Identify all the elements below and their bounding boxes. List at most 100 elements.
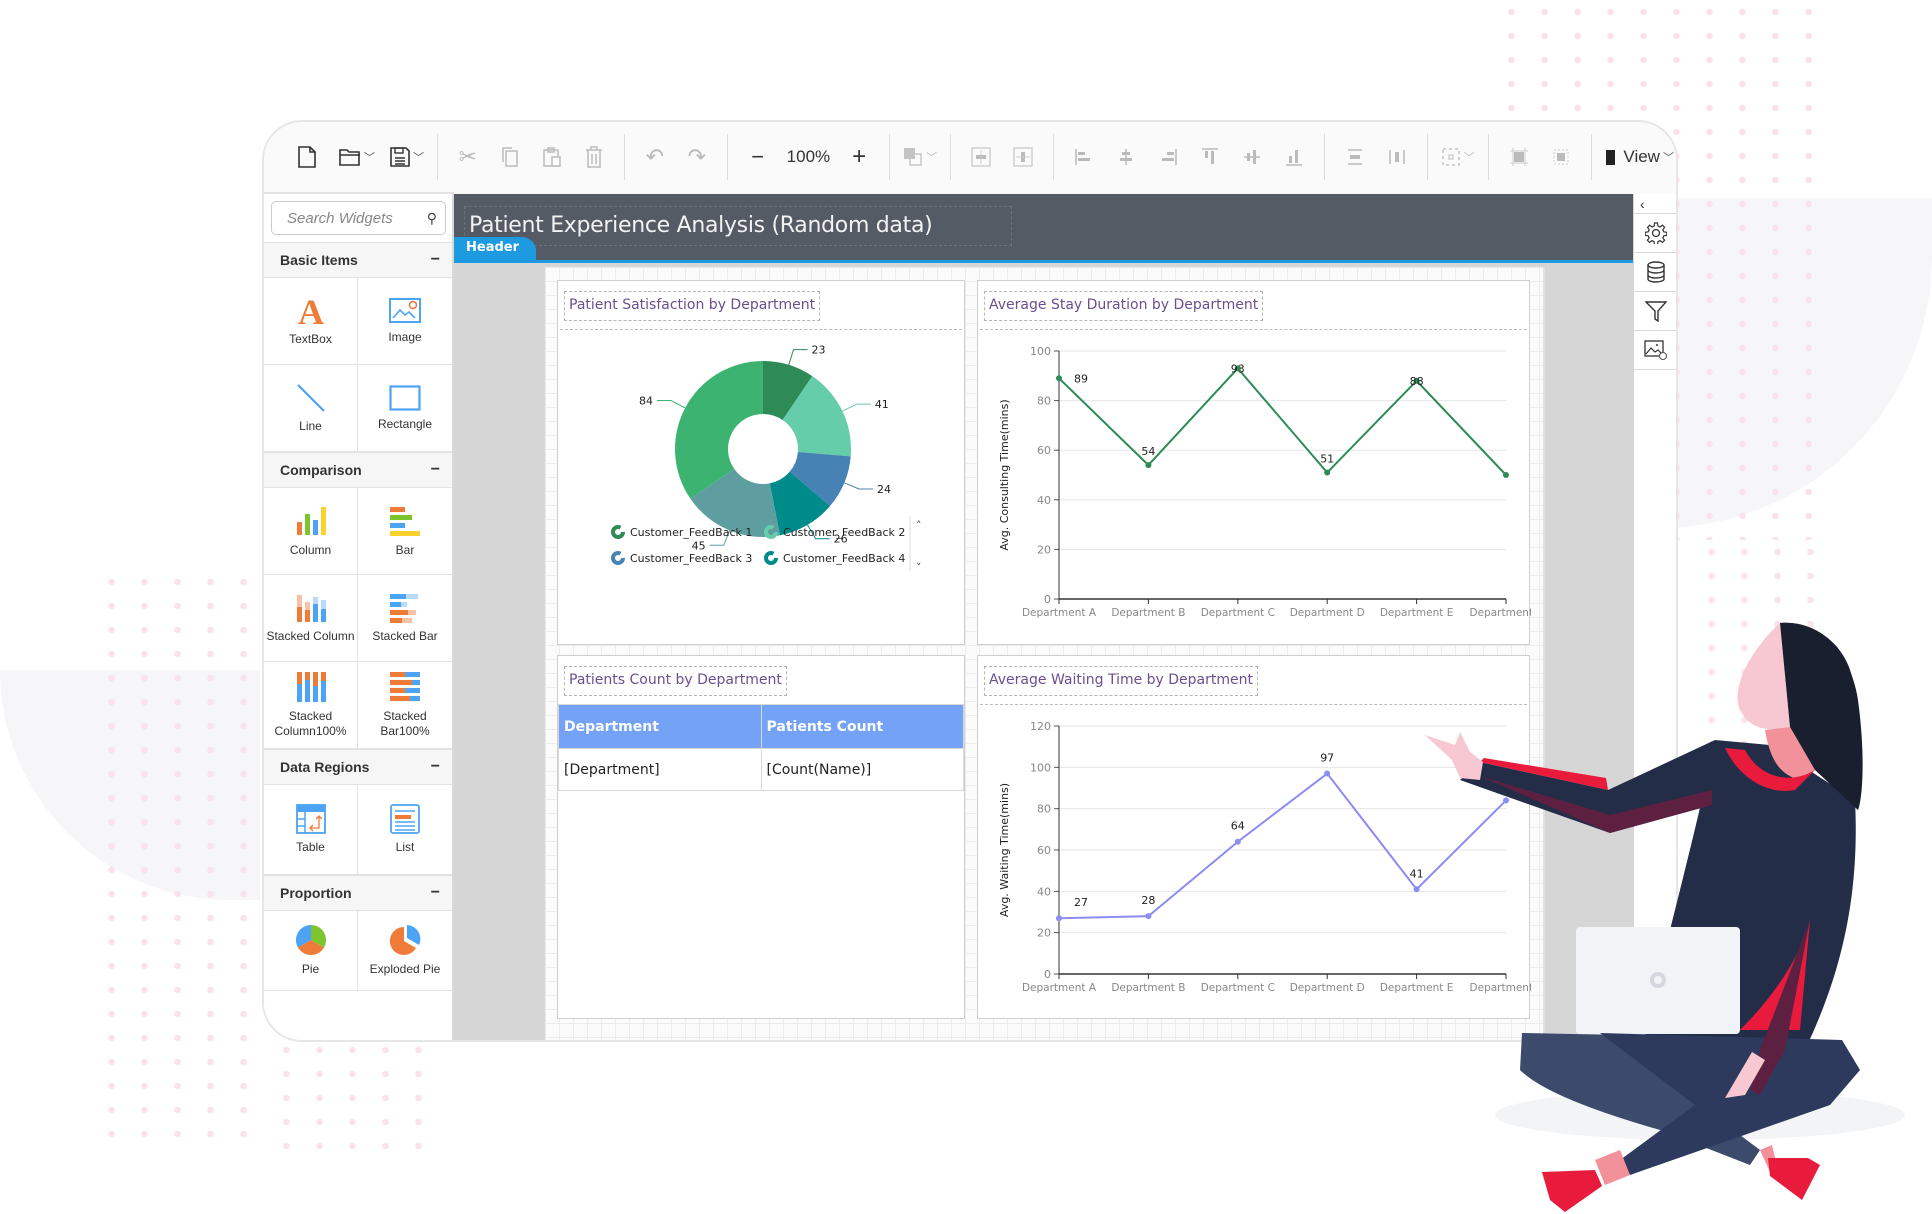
widget-column[interactable]: Column xyxy=(264,488,358,575)
database-icon xyxy=(1647,261,1665,283)
widgets-sidebar: ⚲ Basic Items − A TextBox Image Line Rec… xyxy=(264,192,454,1040)
widget-pie[interactable]: Pie xyxy=(264,911,358,991)
widget-textbox[interactable]: A TextBox xyxy=(264,278,358,365)
widget-stacked-column-100[interactable]: Stacked Column100% xyxy=(264,662,358,749)
illustration-hand xyxy=(1425,732,1483,780)
textbox-icon: A xyxy=(298,296,324,326)
widget-table[interactable]: Table xyxy=(264,785,358,875)
size-button[interactable]: ﹀ xyxy=(1439,137,1477,177)
align-center-button[interactable] xyxy=(1107,137,1145,177)
paste-button[interactable] xyxy=(533,137,571,177)
widget-image[interactable]: Image xyxy=(358,278,452,365)
collapse-panel-button[interactable]: ‹ xyxy=(1634,194,1676,214)
distribute-horizontal-button[interactable] xyxy=(1378,137,1416,177)
snap-shape-icon xyxy=(1553,149,1568,165)
search-widgets-input[interactable] xyxy=(287,209,417,227)
doughnut-chart[interactable]: 234124264584Customer_FeedBack 1 Customer_… xyxy=(558,281,966,646)
zoom-level[interactable]: 100% xyxy=(779,147,838,167)
stacked-column-100-icon xyxy=(296,672,326,702)
x-tick-label: Department B xyxy=(1111,607,1185,619)
doughnut-slice xyxy=(675,361,763,499)
widget-line[interactable]: Line xyxy=(264,365,358,452)
snap-to-shape-button[interactable] xyxy=(1542,137,1580,177)
zoom-in-button[interactable]: + xyxy=(840,137,878,177)
patients-count-table[interactable]: Department Patients Count [Department] [… xyxy=(558,704,964,791)
data-label: 93 xyxy=(1231,362,1245,375)
center-horizontal-button[interactable] xyxy=(1004,137,1042,177)
y-axis-title: Avg. Waiting Time(mins) xyxy=(998,783,1011,917)
collapse-icon[interactable]: − xyxy=(431,251,440,269)
line-chart[interactable]: 0 20 40 60 80 100 Department A Department B Depa… xyxy=(978,281,1531,646)
section-proportion[interactable]: Proportion − xyxy=(264,875,452,911)
x-tick-label: Department A xyxy=(1022,982,1097,994)
widget-exploded-pie[interactable]: Exploded Pie xyxy=(358,911,452,991)
legend-label: Customer_FeedBack 4 xyxy=(783,552,905,565)
widget-list[interactable]: List xyxy=(358,785,452,875)
align-top-button[interactable] xyxy=(1191,137,1229,177)
data-source-button[interactable] xyxy=(1634,253,1676,292)
new-button[interactable] xyxy=(288,137,326,177)
report-title: Patient Experience Analysis (Random data… xyxy=(469,213,933,238)
center-horizontal-icon xyxy=(1013,147,1033,167)
section-basic-items[interactable]: Basic Items − xyxy=(264,242,452,278)
legend-marker xyxy=(611,551,625,565)
order-button[interactable]: ﹀ xyxy=(901,137,939,177)
filter-button[interactable] xyxy=(1634,292,1676,331)
widget-stacked-bar-100[interactable]: Stacked Bar100% xyxy=(358,662,452,749)
cut-button[interactable]: ✂ xyxy=(449,137,487,177)
zoom-out-button[interactable]: − xyxy=(739,137,777,177)
collapse-icon[interactable]: − xyxy=(431,461,440,479)
align-middle-button[interactable] xyxy=(1233,137,1271,177)
panel-title[interactable]: Patients Count by Department xyxy=(564,666,787,696)
align-bottom-button[interactable] xyxy=(1275,137,1313,177)
search-icon[interactable]: ⚲ xyxy=(427,210,437,227)
image-manager-button[interactable] xyxy=(1634,331,1676,370)
table-cell-department[interactable]: [Department] xyxy=(558,748,762,791)
table-cell-count[interactable]: [Count(Name)] xyxy=(760,748,964,791)
y-tick-label: 60 xyxy=(1037,844,1051,857)
copy-button[interactable] xyxy=(491,137,529,177)
snap-to-grid-button[interactable] xyxy=(1500,137,1538,177)
distribute-vertical-button[interactable] xyxy=(1336,137,1374,177)
align-right-button[interactable] xyxy=(1149,137,1187,177)
redo-button[interactable]: ↷ xyxy=(678,137,716,177)
y-tick-label: 40 xyxy=(1037,885,1051,898)
panel-average-stay-duration[interactable]: Average Stay Duration by Department 0 20 4… xyxy=(977,280,1531,646)
resize-icon xyxy=(1441,148,1460,166)
widget-stacked-column[interactable]: Stacked Column xyxy=(264,575,358,662)
data-label: 51 xyxy=(1320,453,1334,466)
snap-grid-icon xyxy=(1509,148,1528,166)
search-widgets-box[interactable]: ⚲ xyxy=(271,201,446,235)
report-header-section[interactable]: Patient Experience Analysis (Random data… xyxy=(454,194,1633,263)
center-vertical-button[interactable] xyxy=(962,137,1000,177)
widget-rectangle[interactable]: Rectangle xyxy=(358,365,452,452)
y-tick-label: 0 xyxy=(1044,593,1051,606)
column-header-department[interactable]: Department xyxy=(558,704,762,749)
stacked-bar-icon xyxy=(390,593,418,623)
section-comparison[interactable]: Comparison − xyxy=(264,452,452,488)
collapse-icon[interactable]: − xyxy=(431,884,440,902)
list-icon xyxy=(390,804,420,834)
x-tick-label: Department D xyxy=(1290,607,1365,619)
view-menu-button[interactable]: View ﹀ xyxy=(1606,137,1674,177)
align-left-button[interactable] xyxy=(1065,137,1103,177)
panel-patients-count[interactable]: Patients Count by Department Department … xyxy=(557,655,965,1019)
data-point xyxy=(1056,375,1062,382)
panel-patient-satisfaction[interactable]: Patient Satisfaction by Department 23 41 2… xyxy=(557,280,965,645)
section-data-regions[interactable]: Data Regions − xyxy=(264,749,452,785)
open-button[interactable]: ﹀ xyxy=(338,137,376,177)
exploded-pie-icon xyxy=(389,925,421,955)
save-button[interactable]: ﹀ xyxy=(388,137,426,177)
widget-stacked-bar[interactable]: Stacked Bar xyxy=(358,575,452,662)
undo-button[interactable]: ↶ xyxy=(636,137,674,177)
widget-label: Image xyxy=(388,329,422,344)
widget-bar[interactable]: Bar xyxy=(358,488,452,575)
section-title: Comparison xyxy=(280,462,362,478)
delete-button[interactable] xyxy=(575,137,613,177)
y-tick-label: 0 xyxy=(1044,968,1051,981)
stacked-bar-100-icon xyxy=(390,672,420,701)
properties-button[interactable] xyxy=(1634,214,1676,253)
column-header-patients-count[interactable]: Patients Count xyxy=(760,704,964,749)
collapse-icon[interactable]: − xyxy=(431,758,440,776)
plus-icon: + xyxy=(852,143,867,170)
